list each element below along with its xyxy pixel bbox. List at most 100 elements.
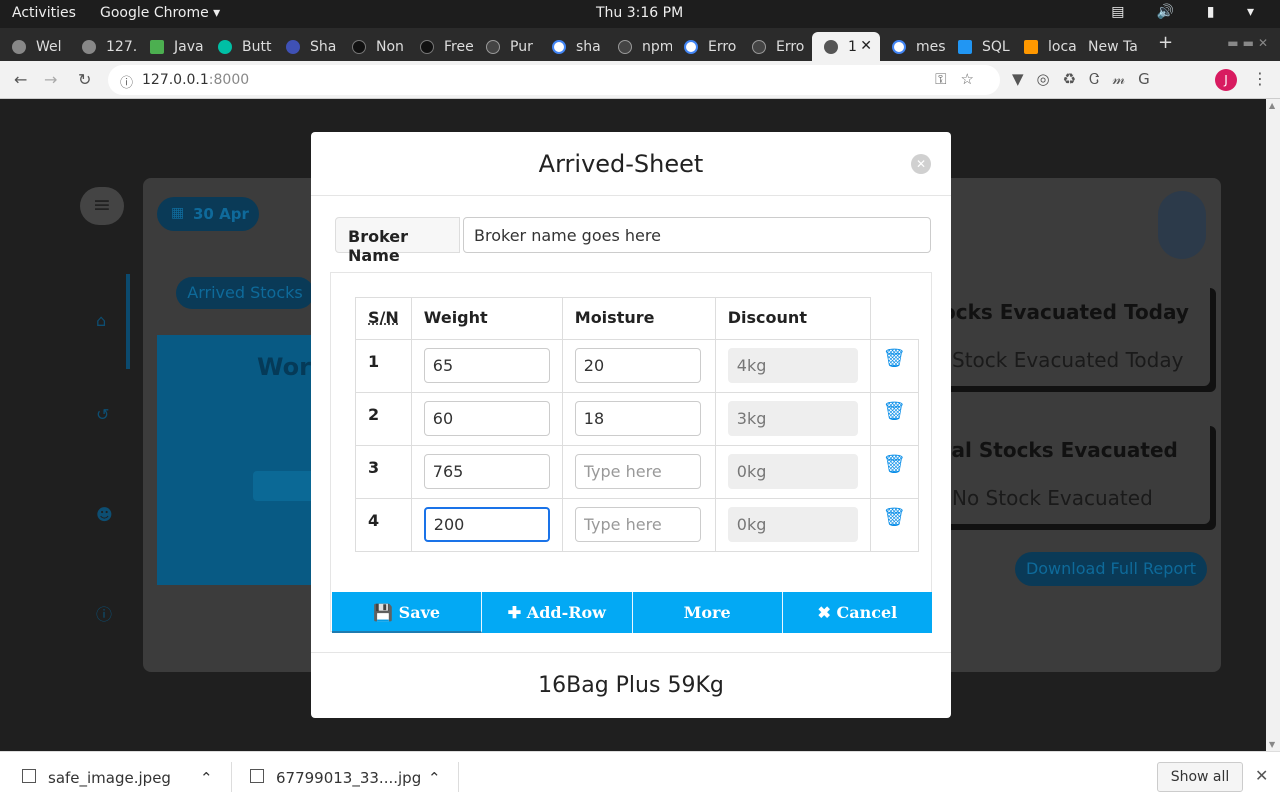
column-header-actions	[869, 297, 919, 340]
weight-input[interactable]	[423, 507, 550, 542]
arrived-stocks-tab[interactable]: Arrived Stocks	[176, 277, 314, 309]
browser-tab[interactable]: npm	[606, 32, 672, 61]
activities-button[interactable]: Activities	[12, 5, 76, 21]
tab-favicon-icon	[150, 40, 164, 54]
column-header-sn: S/N	[355, 297, 412, 340]
calendar-icon: ▦	[171, 205, 185, 221]
browser-tab[interactable]: Erro	[740, 32, 810, 61]
site-info-icon[interactable]: ⓘ	[120, 72, 133, 91]
tab-title: Erro	[708, 39, 737, 55]
browser-tab[interactable]: Erro	[672, 32, 740, 61]
profile-avatar[interactable]: J	[1215, 69, 1237, 91]
weight-input[interactable]	[423, 401, 550, 436]
tab-favicon-icon	[958, 40, 972, 54]
browser-tab[interactable]: Java	[138, 32, 206, 61]
divider	[458, 762, 459, 792]
moisture-cell	[561, 445, 716, 499]
forward-arrow-icon[interactable]: →	[44, 70, 57, 89]
github-icon	[752, 40, 766, 54]
download-report-button[interactable]: Download Full Report	[1015, 552, 1207, 586]
chrome-menu-icon[interactable]: ⋮	[1252, 69, 1268, 88]
actions-cell: 🗑	[869, 445, 919, 499]
browser-tab[interactable]: SQL	[946, 32, 1012, 61]
close-tab-icon[interactable]: ✕	[860, 38, 872, 54]
save-button[interactable]: 💾 Save	[332, 592, 483, 633]
info-icon[interactable]: ⓘ	[96, 601, 112, 625]
actions-cell: 🗑	[869, 392, 919, 446]
url-host: 127.0.0.1	[142, 72, 209, 88]
user-profile-image[interactable]	[1158, 191, 1206, 259]
action-button-row: 💾 Save ✚ Add-Row More ✖ Cancel	[332, 592, 932, 633]
weight-input[interactable]	[423, 454, 550, 489]
more-button[interactable]: More	[632, 592, 783, 633]
window-controls[interactable]: ▬▬✕	[1227, 36, 1272, 50]
scroll-up-arrow-icon[interactable]: ▲	[1269, 101, 1275, 110]
reload-icon[interactable]: ↻	[78, 70, 91, 89]
cancel-button[interactable]: ✖ Cancel	[782, 592, 932, 633]
browser-tab[interactable]: Wel	[0, 32, 70, 61]
show-all-button[interactable]: Show all	[1157, 762, 1243, 792]
stat-today-value: Stock Evacuated Today	[952, 348, 1184, 372]
moisture-cell	[561, 392, 716, 446]
hamburger-menu-icon[interactable]: ≡	[80, 187, 124, 225]
system-top-bar: Activities Google Chrome ▾ Thu 3:16 PM ▤…	[0, 0, 1280, 28]
plus-icon: ✚	[507, 603, 527, 622]
stat-today-title: ocks Evacuated Today	[942, 300, 1189, 324]
history-icon[interactable]: ↺	[96, 405, 109, 424]
weight-cell	[410, 445, 563, 499]
browser-tab[interactable]: Pur	[474, 32, 540, 61]
tab-title: Butt	[242, 39, 272, 55]
moisture-input[interactable]	[574, 454, 701, 489]
tab-title: Non	[376, 39, 404, 55]
app-menu[interactable]: Google Chrome ▾	[100, 5, 220, 21]
browser-tab[interactable]: mes	[880, 32, 946, 61]
add-row-label: Add-Row	[526, 603, 606, 622]
arrived-sheet-modal: Arrived-Sheet ✕ Broker Name S/N Weight M…	[311, 132, 951, 718]
modal-header: Arrived-Sheet ✕	[311, 132, 951, 196]
chevron-up-icon[interactable]: ⌃	[428, 769, 441, 787]
close-icon[interactable]: ✕	[911, 154, 931, 174]
page-scrollbar[interactable]: ▲ ▼	[1266, 99, 1280, 751]
trash-icon[interactable]: 🗑	[883, 401, 906, 422]
tab-title: Pur	[510, 39, 533, 55]
add-row-button[interactable]: ✚ Add-Row	[482, 592, 633, 633]
browser-tab[interactable]: Sha	[274, 32, 340, 61]
url-port: :8000	[208, 72, 250, 88]
trash-icon[interactable]: 🗑	[883, 454, 906, 475]
moisture-input[interactable]	[574, 348, 701, 383]
browser-tab[interactable]: loca	[1012, 32, 1078, 61]
trash-icon[interactable]: 🗑	[883, 348, 906, 369]
trash-icon[interactable]: 🗑	[883, 507, 906, 528]
browser-tab[interactable]: New Ta	[1078, 32, 1146, 61]
new-tab-button[interactable]: +	[1158, 32, 1173, 53]
tab-title: New Ta	[1088, 39, 1138, 55]
tab-title: mes	[916, 39, 946, 55]
home-icon[interactable]: ⌂	[96, 311, 106, 330]
browser-tab[interactable]: sha	[540, 32, 606, 61]
download-item[interactable]: 67799013_33....jpg ⌃	[250, 752, 446, 800]
browser-tab-active[interactable]: 1 ✕	[812, 32, 880, 61]
cancel-label: Cancel	[836, 603, 898, 622]
github-icon	[486, 40, 500, 54]
address-bar[interactable]: ⓘ 127.0.0.1:8000 ⚿☆	[108, 65, 1000, 95]
system-clock[interactable]: Thu 3:16 PM	[596, 5, 683, 21]
browser-tab[interactable]: Non	[340, 32, 408, 61]
browser-tab[interactable]: Free	[408, 32, 474, 61]
close-icon[interactable]: ✕	[1255, 766, 1268, 785]
divider	[231, 762, 232, 792]
download-item[interactable]: safe_image.jpeg ⌃	[22, 752, 218, 800]
key-and-star-icons[interactable]: ⚿☆	[935, 70, 988, 88]
weight-input[interactable]	[423, 348, 550, 383]
extension-icons[interactable]: ▼◎♻Ꮳ𝓂G	[1012, 70, 1163, 88]
browser-tab[interactable]: Butt	[206, 32, 274, 61]
scroll-down-arrow-icon[interactable]: ▼	[1269, 740, 1275, 749]
chevron-up-icon[interactable]: ⌃	[200, 769, 213, 787]
github-icon	[618, 40, 632, 54]
back-arrow-icon[interactable]: ←	[14, 70, 27, 89]
moisture-input[interactable]	[574, 507, 701, 542]
broker-name-input[interactable]	[463, 217, 931, 253]
moisture-input[interactable]	[574, 401, 701, 436]
browser-tab[interactable]: 127.	[70, 32, 140, 61]
users-icon[interactable]: ☻	[96, 505, 113, 524]
system-tray[interactable]: ▤ 🔊 ▮ ▾	[1111, 4, 1268, 20]
